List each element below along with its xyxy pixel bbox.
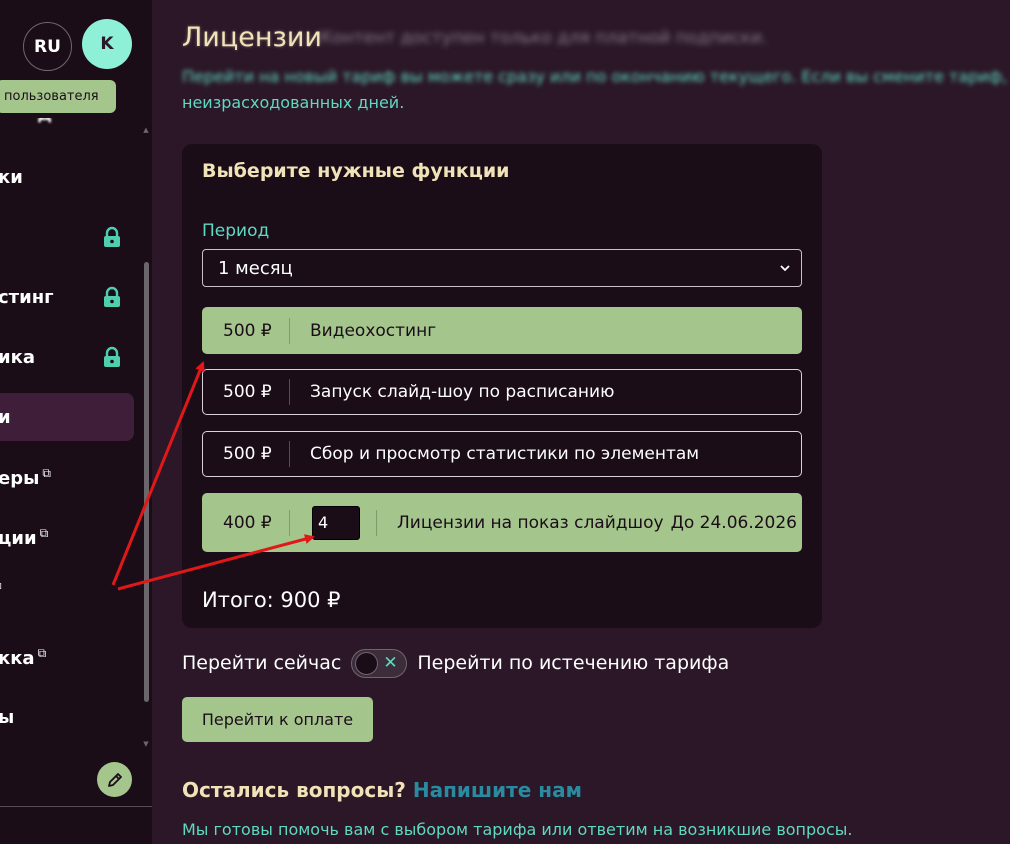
external-link-icon: ⧉ (42, 465, 51, 480)
option-videohosting[interactable]: 500 ₽ Видеохостинг (202, 307, 802, 354)
sidebar-item-0[interactable]: ки (0, 153, 134, 201)
switch-left-label: Перейти сейчас (182, 652, 342, 674)
sidebar-item-label: ы (0, 706, 15, 728)
notice-line-1: Перейти на новый тариф вы можете сразу и… (182, 67, 1008, 86)
page-title: Лицензии (182, 22, 322, 53)
sidebar-item-partial[interactable]: · · · д (0, 118, 134, 128)
notice-line-2: неизрасходованных дней. (182, 93, 405, 112)
option-name: Видеохостинг (310, 320, 437, 341)
option-name: Лицензии на показ слайдшоу (397, 512, 664, 533)
chevron-down-icon (780, 265, 790, 272)
user-tooltip: пользователя (0, 80, 116, 113)
sidebar-item-label: кка (0, 647, 35, 669)
option-price: 400 ₽ (223, 512, 272, 533)
card-title: Выберите нужные функции (202, 160, 510, 182)
scroll-down-arrow-icon[interactable]: ▼ (142, 740, 150, 748)
lock-icon (104, 286, 120, 307)
option-price: 500 ₽ (223, 320, 272, 341)
sidebar-item-7[interactable]: ⧉ (0, 565, 134, 613)
sidebar-item-2[interactable]: стинг (0, 273, 134, 321)
scrollbar-thumb[interactable] (144, 262, 149, 702)
help-text: Мы готовы помочь вам с выбором тарифа ил… (182, 820, 853, 839)
sidebar-item-8[interactable]: кка ⧉ (0, 633, 134, 681)
questions-heading: Остались вопросы? Напишите нам (182, 778, 582, 802)
option-price: 500 ₽ (223, 444, 272, 464)
switch-right-label: Перейти по истечению тарифа (417, 652, 730, 674)
language-switcher[interactable]: RU (23, 22, 72, 71)
external-link-icon: ⧉ (37, 645, 47, 660)
option-licenses[interactable]: 400 ₽ 4 Лицензии на показ слайдшоу До 24… (202, 493, 802, 552)
lock-icon (104, 226, 120, 247)
sidebar-item-label: ции (0, 527, 37, 549)
tariff-notice: Перейти на новый тариф вы можете сразу и… (182, 64, 1010, 116)
sidebar-item-label: ика (0, 346, 35, 368)
close-icon: ✕ (383, 652, 398, 673)
external-link-icon: ⧉ (39, 525, 49, 540)
option-divider (289, 509, 290, 536)
lock-icon (104, 346, 120, 367)
contact-us-link[interactable]: Напишите нам (413, 778, 582, 802)
sidebar-item-label: ки (0, 166, 23, 188)
option-statistics[interactable]: 500 ₽ Сбор и просмотр статистики по элем… (202, 431, 802, 477)
license-expiry-date: До 24.06.2026 (670, 512, 797, 533)
option-slideshow-schedule[interactable]: 500 ₽ Запуск слайд-шоу по расписанию (202, 369, 802, 415)
sidebar-scrollbar[interactable]: ▲ ▼ (142, 126, 150, 750)
pencil-icon (107, 772, 122, 787)
order-total: Итого: 900 ₽ (202, 588, 341, 612)
sidebar: RU K пользователя · · · д ки стинг (0, 0, 152, 844)
user-avatar[interactable]: K (82, 19, 132, 69)
blurred-subtitle: Контент доступен только для платной подп… (320, 28, 768, 48)
edit-button[interactable] (97, 762, 132, 797)
sidebar-item-label: стинг (0, 286, 54, 308)
sidebar-item-1[interactable] (0, 213, 134, 261)
switch-mode-toggle[interactable]: ✕ (351, 648, 408, 678)
sidebar-divider (0, 806, 152, 807)
sidebar-item-5[interactable]: еры ⧉ (0, 453, 134, 501)
period-label: Период (202, 221, 270, 241)
external-link-icon: ⧉ (0, 578, 2, 592)
pay-button[interactable]: Перейти к оплате (182, 697, 373, 742)
scroll-up-arrow-icon[interactable]: ▲ (142, 126, 150, 134)
sidebar-nav: · · · д ки стинг ика (0, 118, 140, 760)
sidebar-item-label: еры (0, 467, 40, 489)
switch-row: Перейти сейчас ✕ Перейти по истечению та… (182, 648, 729, 678)
questions-text: Остались вопросы? (182, 778, 406, 802)
features-card: Выберите нужные функции Период 1 месяц 5… (182, 144, 822, 628)
sidebar-item-3[interactable]: ика (0, 333, 134, 381)
sidebar-item-9[interactable]: ы (0, 693, 134, 741)
sidebar-item-6[interactable]: ции ⧉ (0, 513, 134, 561)
period-select[interactable]: 1 месяц (202, 249, 802, 287)
option-name: Запуск слайд-шоу по расписанию (310, 382, 615, 402)
license-quantity-input[interactable]: 4 (312, 505, 360, 540)
sidebar-item-4[interactable]: и (0, 393, 134, 441)
option-price: 500 ₽ (223, 382, 272, 402)
sidebar-item-label: и (0, 406, 11, 428)
option-name: Сбор и просмотр статистики по элементам (310, 444, 700, 464)
period-value: 1 месяц (218, 257, 293, 279)
toggle-knob (355, 651, 379, 675)
